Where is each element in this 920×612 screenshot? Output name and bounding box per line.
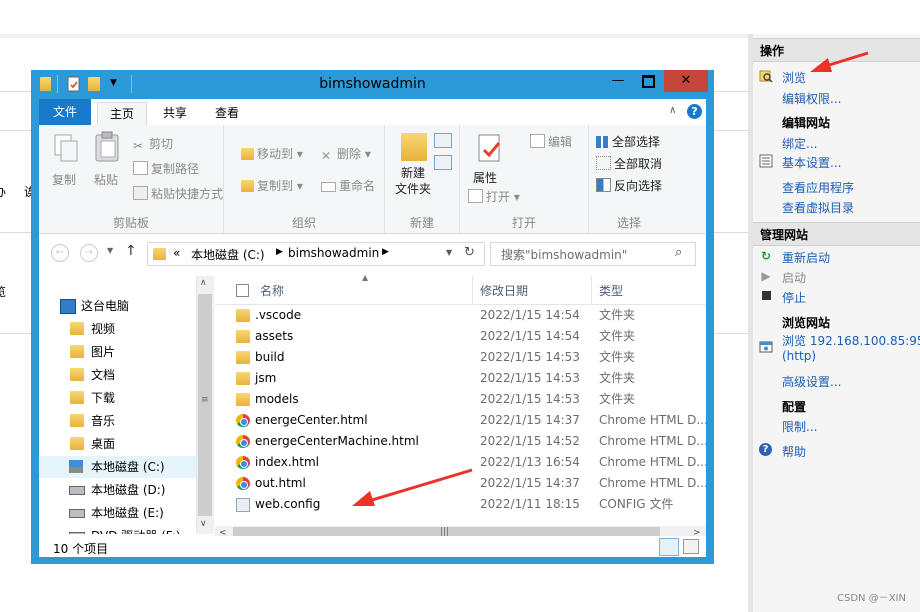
annotation-overlay: [352, 51, 869, 506]
arrow-to-browse: [810, 51, 869, 72]
arrow-to-web-config: [352, 468, 473, 506]
